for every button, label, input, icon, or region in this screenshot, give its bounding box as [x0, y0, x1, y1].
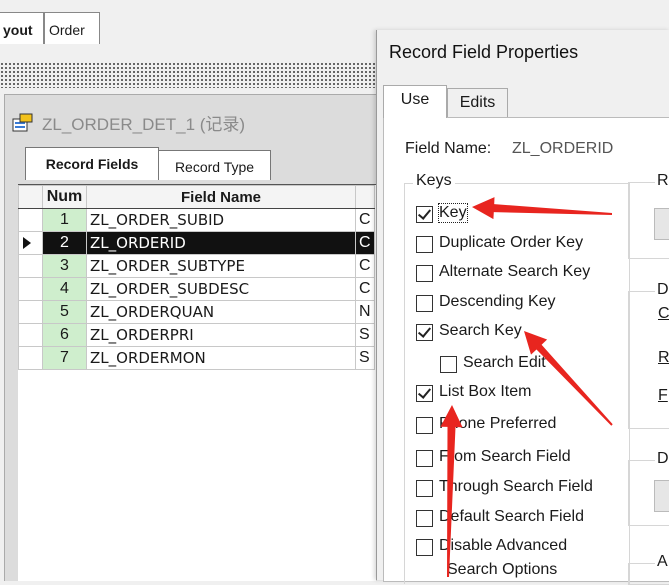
annotation-arrows — [440, 197, 613, 577]
arrow-to-list-box-item — [440, 405, 463, 577]
arrow-to-search-key — [524, 331, 613, 426]
arrow-to-key — [472, 197, 612, 220]
tab-record-fields[interactable]: Record Fields — [25, 147, 159, 180]
tab-use[interactable]: Use — [383, 85, 447, 118]
